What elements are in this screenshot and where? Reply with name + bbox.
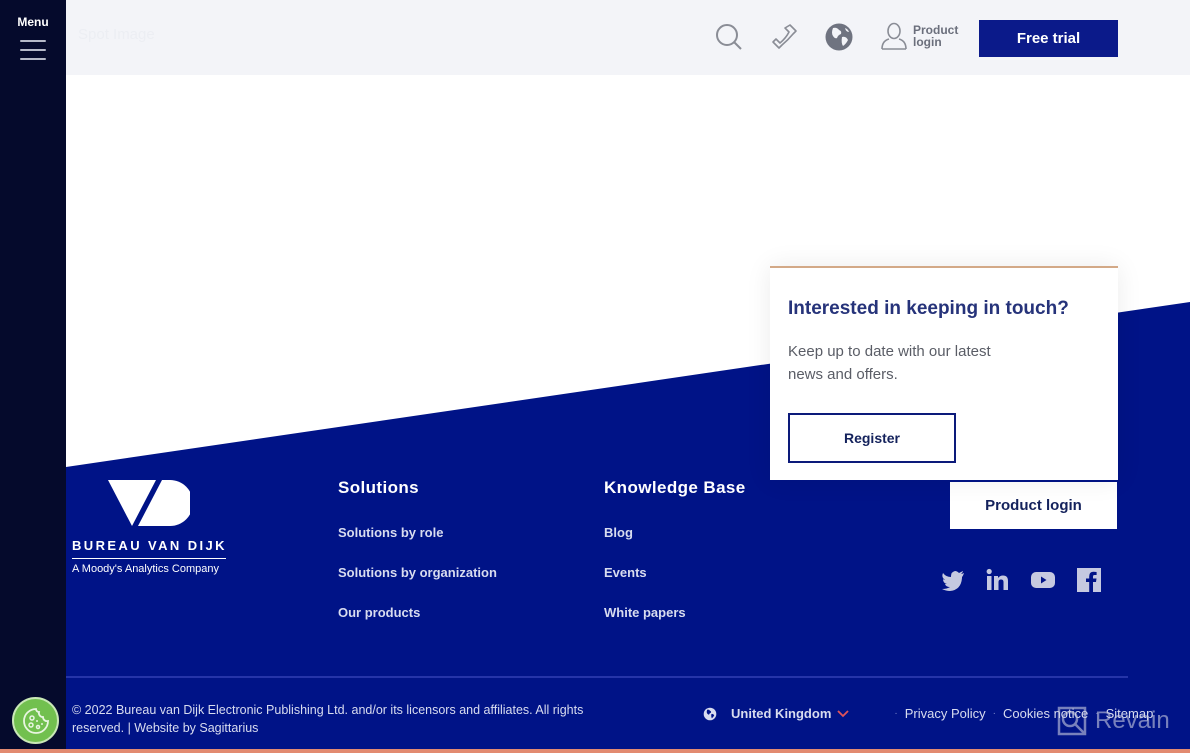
footer-product-login-button[interactable]: Product login xyxy=(950,482,1117,529)
bottom-accent-strip xyxy=(0,749,1190,753)
footer-link[interactable]: Solutions by organization xyxy=(338,565,497,580)
country-selector[interactable]: United Kingdom xyxy=(703,706,850,721)
column-title: Knowledge Base xyxy=(604,478,746,497)
copyright-text: © 2022 Bureau van Dijk Electronic Publis… xyxy=(72,703,584,735)
globe-icon[interactable] xyxy=(824,22,854,52)
privacy-policy-link[interactable]: Privacy Policy xyxy=(905,706,986,721)
twitter-icon[interactable] xyxy=(940,567,966,593)
top-header: Spot Image Product login Free trial xyxy=(66,0,1190,75)
header-product-login[interactable]: Product login xyxy=(881,22,963,50)
cookie-icon xyxy=(22,707,49,734)
logo-name: BUREAU VAN DIJK xyxy=(72,538,227,553)
revain-logo-icon xyxy=(1057,706,1087,736)
cookie-settings-button[interactable] xyxy=(12,697,59,744)
logo-tagline: A Moody's Analytics Company xyxy=(72,563,220,575)
newsletter-title: Interested in keeping in touch? xyxy=(788,298,1069,319)
phone-icon[interactable] xyxy=(770,22,800,52)
separator: · xyxy=(894,708,898,719)
footer-link[interactable]: Our products xyxy=(338,605,497,620)
separator: · xyxy=(992,708,996,719)
facebook-icon[interactable] xyxy=(1076,567,1102,593)
youtube-icon[interactable] xyxy=(1030,567,1056,593)
country-label: United Kingdom xyxy=(731,706,832,721)
column-title: Solutions xyxy=(338,478,420,497)
hamburger-menu-icon[interactable] xyxy=(20,40,46,62)
footer-link[interactable]: White papers xyxy=(604,605,746,620)
footer-link[interactable]: Solutions by role xyxy=(338,525,497,540)
footer-logo[interactable]: BUREAU VAN DIJK A Moody's Analytics Comp… xyxy=(72,480,228,575)
sidebar: Menu xyxy=(0,0,66,753)
free-trial-button[interactable]: Free trial xyxy=(979,20,1118,57)
product-login-label: Product login xyxy=(913,23,959,49)
footer-column-solutions: Solutions Solutions by role Solutions by… xyxy=(338,478,497,620)
revain-watermark: Revain xyxy=(1055,704,1170,738)
chevron-down-icon xyxy=(837,709,850,717)
page-title-faint: Spot Image xyxy=(78,26,155,43)
logo-rule xyxy=(72,558,226,559)
user-icon xyxy=(881,22,907,50)
register-button[interactable]: Register xyxy=(788,413,956,463)
globe-icon xyxy=(703,707,717,720)
footer-column-knowledge-base: Knowledge Base Blog Events White papers xyxy=(604,478,746,620)
linkedin-icon[interactable] xyxy=(985,567,1011,593)
search-icon[interactable] xyxy=(714,22,744,52)
revain-text: Revain xyxy=(1095,707,1170,734)
menu-label: Menu xyxy=(17,15,49,29)
footer-link[interactable]: Blog xyxy=(604,525,746,540)
footer-divider xyxy=(66,676,1128,678)
newsletter-card: Interested in keeping in touch? Keep up … xyxy=(770,266,1118,480)
footer-link[interactable]: Events xyxy=(604,565,746,580)
bvd-logo-mark xyxy=(108,480,190,526)
newsletter-description: Keep up to date with our latest news and… xyxy=(788,343,991,383)
